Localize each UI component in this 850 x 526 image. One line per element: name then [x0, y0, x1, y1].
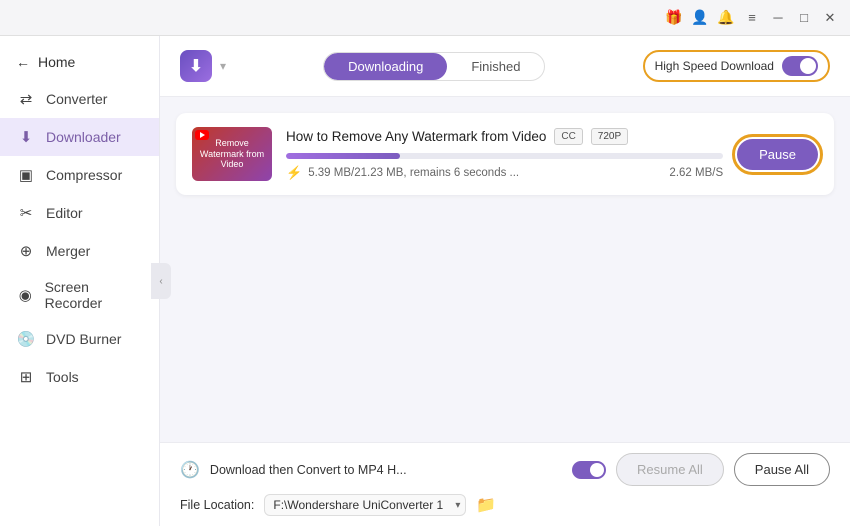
pause-button[interactable]: Pause — [737, 139, 818, 170]
progress-bar-fill — [286, 153, 400, 159]
footer-buttons: Resume All Pause All — [616, 453, 830, 486]
resume-all-button[interactable]: Resume All — [616, 453, 724, 486]
youtube-play-icon — [200, 132, 205, 138]
sidebar-item-downloader[interactable]: ⬇ Downloader — [0, 118, 159, 156]
maximize-button[interactable]: □ — [794, 8, 814, 28]
dvd-burner-label: DVD Burner — [46, 331, 121, 347]
tab-downloading[interactable]: Downloading — [324, 53, 447, 80]
close-button[interactable]: ✕ — [820, 8, 840, 28]
minimize-button[interactable]: ─ — [768, 8, 788, 28]
sidebar-collapse-button[interactable]: ‹ — [151, 263, 171, 299]
downloader-icon: ⬇ — [16, 127, 36, 147]
tools-icon: ⊞ — [16, 367, 36, 387]
sidebar: ← Home ⇄ Converter ⬇ Downloader ▣ Compre… — [0, 36, 160, 526]
sidebar-item-screen-recorder[interactable]: ◉ Screen Recorder — [0, 270, 159, 320]
content-header: ⬇ ▾ Downloading Finished High Speed Down… — [160, 36, 850, 97]
title-bar: 🎁 👤 🔔 ≡ ─ □ ✕ — [0, 0, 850, 36]
card-stats: ⚡ 5.39 MB/21.23 MB, remains 6 seconds ..… — [286, 165, 723, 181]
converter-icon: ⇄ — [16, 89, 36, 109]
screen-recorder-label: Screen Recorder — [45, 279, 143, 311]
badge-cc: CC — [554, 128, 582, 145]
sidebar-item-merger[interactable]: ⊕ Merger — [0, 232, 159, 270]
gift-icon[interactable]: 🎁 — [664, 8, 684, 28]
card-title-row: How to Remove Any Watermark from Video C… — [286, 128, 723, 145]
download-card: Remove Watermark from Video How to Remov… — [176, 113, 834, 195]
dvd-burner-icon: 💿 — [16, 329, 36, 349]
sidebar-item-home[interactable]: ← Home — [0, 44, 159, 80]
lightning-icon: ⚡ — [286, 165, 302, 181]
tab-finished[interactable]: Finished — [447, 53, 544, 80]
card-title: How to Remove Any Watermark from Video — [286, 129, 546, 144]
back-icon: ← — [16, 54, 30, 70]
video-thumbnail: Remove Watermark from Video — [192, 127, 272, 181]
merger-icon: ⊕ — [16, 241, 36, 261]
menu-icon[interactable]: ≡ — [742, 8, 762, 28]
file-location-select[interactable]: F:\Wondershare UniConverter 1 — [264, 494, 466, 516]
content-body: Remove Watermark from Video How to Remov… — [160, 97, 850, 442]
file-location-wrap: F:\Wondershare UniConverter 1 — [264, 494, 466, 516]
footer-location-row: File Location: F:\Wondershare UniConvert… — [180, 494, 830, 516]
download-speed: 2.62 MB/S — [669, 167, 723, 179]
footer-convert-row: 🕐 Download then Convert to MP4 H... Resu… — [180, 453, 830, 486]
tools-label: Tools — [46, 369, 79, 385]
youtube-badge — [195, 130, 209, 140]
progress-bar-wrap — [286, 153, 723, 159]
high-speed-toggle[interactable]: High Speed Download — [643, 50, 830, 82]
converter-label: Converter — [46, 91, 107, 107]
content-footer: 🕐 Download then Convert to MP4 H... Resu… — [160, 442, 850, 526]
sidebar-item-editor[interactable]: ✂ Editor — [0, 194, 159, 232]
bell-icon[interactable]: 🔔 — [716, 8, 736, 28]
main-layout: ← Home ⇄ Converter ⬇ Downloader ▣ Compre… — [0, 36, 850, 526]
app-logo: ⬇ — [180, 50, 212, 82]
screen-recorder-icon: ◉ — [16, 285, 35, 305]
convert-toggle[interactable] — [572, 461, 606, 479]
high-speed-label: High Speed Download — [655, 59, 774, 73]
compressor-icon: ▣ — [16, 165, 36, 185]
folder-icon[interactable]: 📁 — [476, 495, 496, 515]
thumbnail-text: Remove Watermark from Video — [192, 136, 272, 172]
merger-label: Merger — [46, 243, 90, 259]
file-location-label: File Location: — [180, 498, 254, 512]
badge-resolution: 720P — [591, 128, 628, 145]
editor-label: Editor — [46, 205, 83, 221]
pause-all-button[interactable]: Pause All — [734, 453, 830, 486]
convert-label: Download then Convert to MP4 H... — [210, 463, 562, 477]
sidebar-item-compressor[interactable]: ▣ Compressor — [0, 156, 159, 194]
card-info: How to Remove Any Watermark from Video C… — [286, 128, 723, 181]
logo-chevron: ▾ — [220, 59, 226, 73]
clock-icon: 🕐 — [180, 460, 200, 480]
tab-group: Downloading Finished — [323, 52, 545, 81]
high-speed-switch[interactable] — [782, 56, 818, 76]
sidebar-item-tools[interactable]: ⊞ Tools — [0, 358, 159, 396]
home-label: Home — [38, 54, 75, 70]
downloader-label: Downloader — [46, 129, 121, 145]
compressor-label: Compressor — [46, 167, 122, 183]
content-area: ⬇ ▾ Downloading Finished High Speed Down… — [160, 36, 850, 526]
editor-icon: ✂ — [16, 203, 36, 223]
user-icon[interactable]: 👤 — [690, 8, 710, 28]
sidebar-item-converter[interactable]: ⇄ Converter — [0, 80, 159, 118]
header-left: ⬇ ▾ — [180, 50, 226, 82]
sidebar-item-dvd-burner[interactable]: 💿 DVD Burner — [0, 320, 159, 358]
download-stats: 5.39 MB/21.23 MB, remains 6 seconds ... — [308, 167, 519, 179]
